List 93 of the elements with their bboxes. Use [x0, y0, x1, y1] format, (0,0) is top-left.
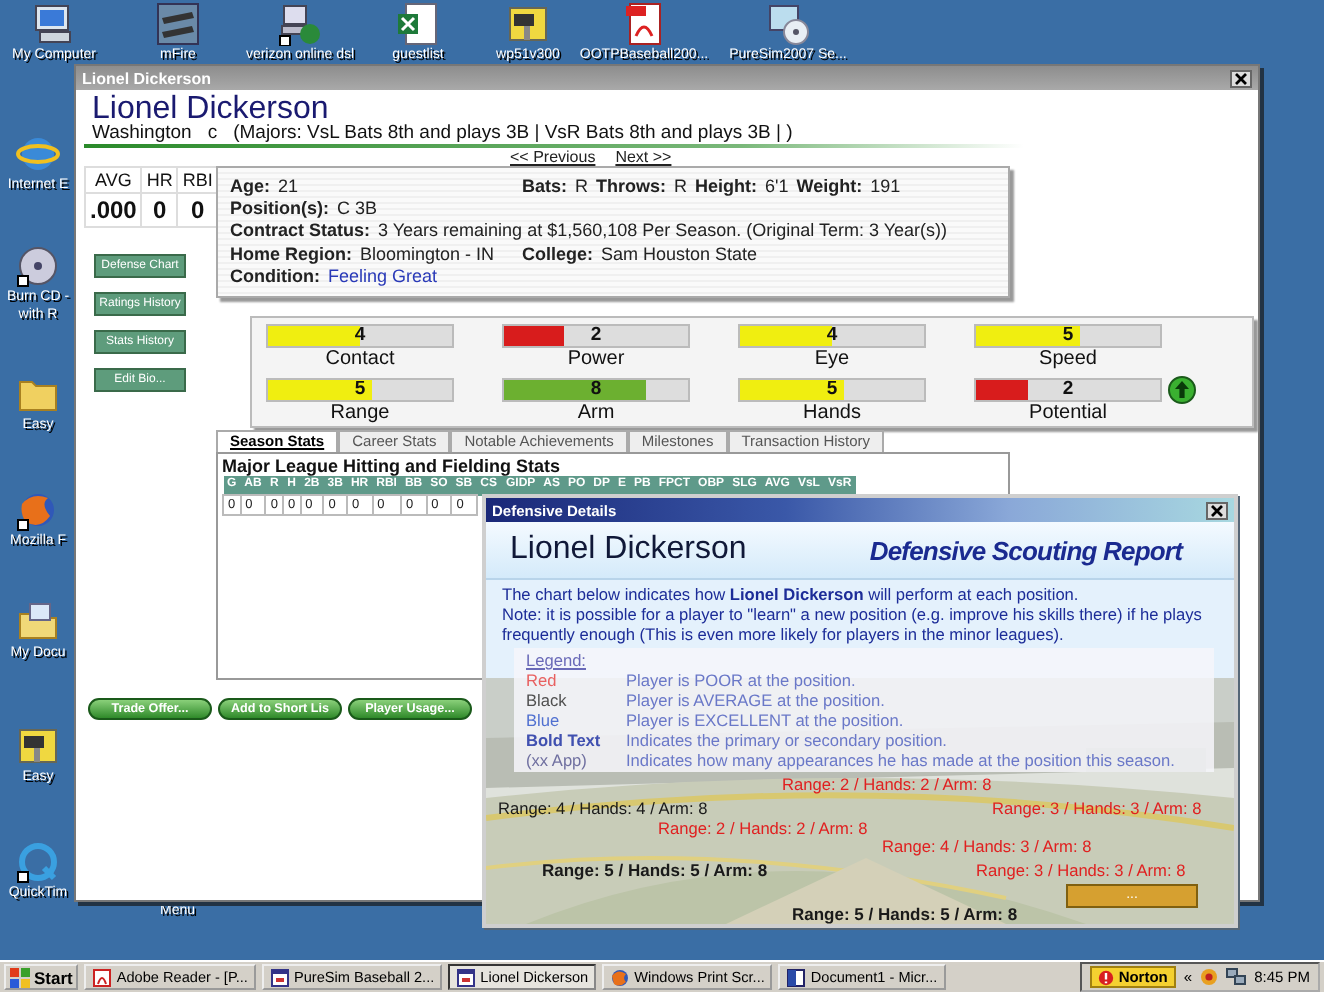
rating-name: Potential: [1029, 401, 1107, 425]
network-icon[interactable]: [1226, 968, 1247, 986]
position-rating: Range: 5 / Hands: 5 / Arm: 8: [542, 860, 768, 880]
field-label: Weight:: [796, 176, 863, 199]
intro-text: The chart below indicates how Lionel Dickerson will perform at each position.: [500, 582, 1081, 604]
rating-value: 2: [1060, 377, 1076, 399]
legend-description: Player is POOR at the position.: [626, 670, 858, 690]
field-label: College:: [522, 243, 594, 266]
field-label: Bats:: [522, 176, 568, 199]
rating-value: 2: [588, 324, 604, 346]
field-label: Home Region:: [230, 243, 353, 266]
field-label: Condition:: [230, 265, 320, 289]
pdf-icon: [92, 967, 113, 987]
close-icon: [1234, 71, 1248, 85]
fox-globe-icon[interactable]: [16, 488, 60, 532]
field-value: R: [674, 176, 688, 199]
position-rating: Range: 3 / Hands: 3 / Arm: 8: [976, 860, 1186, 880]
globe-icon[interactable]: [16, 132, 60, 176]
rating-value: 5: [352, 377, 368, 399]
legend-description: Player is EXCELLENT at the position.: [626, 710, 906, 730]
legend-term: Blue: [526, 710, 562, 730]
summary-header: HR: [141, 167, 178, 193]
position-rating: Range: 5 / Hands: 5 / Arm: 8: [792, 904, 1018, 924]
position-rating: Range: 4 / Hands: 3 / Arm: 8: [882, 836, 1092, 856]
field-value: 21: [278, 176, 299, 199]
player-name: Lionel Dickerson: [92, 94, 329, 124]
close-icon: [1210, 503, 1224, 517]
position-rating: Range: 3 / Hands: 3 / Arm: 8: [992, 798, 1202, 818]
document-icon: [786, 967, 807, 987]
report-title: Defensive Scouting Report: [869, 535, 1182, 565]
field-value: 6'1: [765, 176, 789, 199]
field-value: 3 Years remaining at $1,560,108 Per Season. (Original Term: 3 Year(s)): [378, 220, 948, 244]
field-value: 191: [870, 176, 901, 199]
field-value: R: [575, 176, 589, 199]
summary-header: AVG: [85, 167, 142, 193]
fox-globe-icon: [610, 967, 631, 987]
app-window-icon: [269, 967, 290, 987]
rating-name: Contact: [325, 348, 395, 372]
quicktime-icon[interactable]: [16, 840, 60, 884]
legend-description: Indicates how many appearances he has made at the position this season.: [626, 750, 1177, 770]
computer-icon[interactable]: [32, 2, 76, 46]
warning-icon: [1098, 969, 1115, 985]
stats-title: Major League Hitting and Fielding Stats: [222, 456, 563, 476]
window-title: Lionel Dickerson: [82, 69, 213, 87]
summary-value: .000: [85, 193, 142, 227]
field-label: Throws:: [596, 176, 667, 199]
nav-link[interactable]: Next >>: [615, 148, 672, 166]
field-value: Sam Houston State: [601, 243, 758, 266]
position-rating: Range: 2 / Hands: 2 / Arm: 8: [782, 774, 992, 794]
legend-description: Indicates the primary or secondary position.: [626, 730, 949, 750]
summary-value: 0: [141, 193, 178, 227]
close-button[interactable]: [1230, 69, 1252, 87]
cd-icon[interactable]: [766, 2, 810, 46]
rating-value: 5: [1060, 324, 1076, 346]
field-value: Bloomington - IN: [360, 243, 495, 266]
rating-name: Speed: [1039, 348, 1097, 372]
legend-term: Red: [526, 670, 559, 690]
folder-icon[interactable]: [16, 600, 60, 644]
position-code: c: [207, 124, 218, 144]
position-rating: Range: 2 / Hands: 2 / Arm: 8: [658, 818, 868, 838]
field-label: Contract Status:: [230, 220, 371, 244]
image-thumbnail-icon[interactable]: [156, 2, 200, 46]
rating-name: Eye: [814, 348, 850, 372]
pdf-icon[interactable]: [622, 2, 666, 46]
app-window-icon: [456, 967, 477, 987]
spreadsheet-icon[interactable]: [396, 2, 440, 46]
legend-term: Bold Text: [526, 730, 603, 750]
rating-name: Range: [330, 401, 390, 425]
windows-flag-icon: [10, 967, 30, 987]
field-value: C 3B: [337, 198, 378, 221]
position-rating: Range: 4 / Hands: 4 / Arm: 8: [498, 798, 708, 818]
note-text: Note: it is possible for a player to "learn" a new position (e.g. improve his skills there) if he plays frequently enough (This is even more likely for players in the minor leagues).: [500, 604, 1204, 644]
field-label: Height:: [695, 176, 758, 199]
close-button[interactable]: [1206, 501, 1228, 519]
rating-name: Arm: [577, 401, 615, 425]
network-icon[interactable]: [278, 2, 322, 46]
legend-title: Legend:: [526, 650, 588, 670]
team-name: Washington: [92, 124, 192, 144]
nav-link[interactable]: << Previous: [510, 148, 596, 166]
music-disc-icon[interactable]: [16, 244, 60, 288]
condition-value: Feeling Great: [327, 265, 438, 289]
rating-value: 5: [824, 377, 840, 399]
rating-value: 8: [588, 377, 604, 399]
field-label: Position(s):: [230, 198, 329, 221]
legend-term: Black: [526, 690, 569, 710]
field-label: Age:: [230, 176, 270, 199]
start-button[interactable]: Start: [4, 964, 79, 990]
rating-name: Power: [567, 348, 625, 372]
rating-name: Hands: [803, 401, 861, 425]
lineup-assignment: (Majors: VsL Bats 8th and plays 3B | VsR Bats 8th and plays 3B | ): [233, 124, 793, 144]
legend-description: Player is AVERAGE at the position.: [626, 690, 887, 710]
legend-term: (xx App): [526, 750, 589, 770]
player-name: Lionel Dickerson: [510, 532, 747, 568]
